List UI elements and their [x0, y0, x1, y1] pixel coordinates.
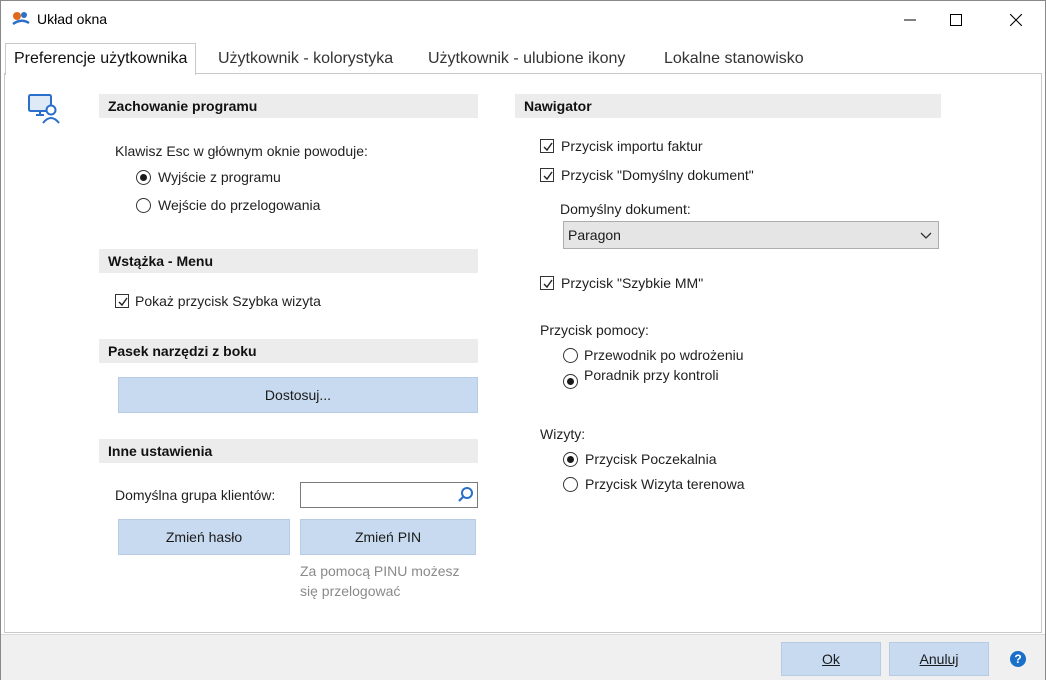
checkbox-quick-mm[interactable]	[540, 276, 554, 290]
radio-exit-program[interactable]	[136, 170, 151, 185]
radio-field-visit-label[interactable]: Przycisk Wizyta terenowa	[585, 476, 744, 492]
default-document-select[interactable]: Paragon	[563, 221, 939, 249]
window-title: Układ okna	[37, 11, 108, 27]
close-button[interactable]	[993, 1, 1039, 39]
default-document-label: Domyślny dokument:	[560, 201, 691, 217]
tab-user-preferences[interactable]: Preferencje użytkownika	[5, 43, 197, 75]
change-password-button[interactable]: Zmień hasło	[118, 519, 290, 555]
cancel-button-label: Anuluj	[919, 651, 959, 667]
checkbox-default-document[interactable]	[540, 168, 554, 182]
tab-user-colors[interactable]: Użytkownik - kolorystyka	[218, 45, 393, 74]
radio-implementation-guide[interactable]	[563, 348, 578, 363]
radio-inspection-guide[interactable]	[563, 374, 578, 389]
radio-field-visit[interactable]	[563, 477, 578, 492]
checkmark-icon	[543, 142, 553, 152]
dialog-window: Układ okna Preferencje użytkownika Użytk…	[0, 0, 1046, 680]
tab-user-favorite-icons[interactable]: Użytkownik - ulubione ikony	[428, 45, 625, 74]
radio-implementation-guide-label[interactable]: Przewodnik po wdrożeniu	[584, 347, 744, 363]
maximize-icon	[950, 14, 962, 26]
checkbox-quick-visit[interactable]	[115, 294, 129, 308]
app-logo-icon	[12, 12, 30, 26]
search-icon[interactable]	[457, 486, 475, 504]
ok-button-label: Ok	[822, 651, 840, 667]
chevron-down-icon	[920, 232, 932, 239]
pin-hint-line-1: Za pomocą PINU możesz	[300, 563, 460, 579]
checkbox-invoice-import[interactable]	[540, 139, 554, 153]
checkmark-icon	[543, 279, 553, 289]
radio-exit-program-label[interactable]: Wyjście z programu	[158, 169, 281, 185]
section-side-toolbar: Pasek narzędzi z boku	[99, 339, 478, 363]
checkbox-quick-visit-label[interactable]: Pokaż przycisk Szybka wizyta	[135, 293, 321, 309]
section-other-settings: Inne ustawienia	[99, 439, 478, 463]
title-bar: Układ okna	[1, 1, 1045, 39]
section-ribbon-menu: Wstążka - Menu	[99, 249, 478, 273]
checkbox-default-document-label[interactable]: Przycisk "Domyślny dokument"	[561, 167, 754, 183]
checkbox-invoice-import-label[interactable]: Przycisk importu faktur	[561, 138, 703, 154]
minimize-icon	[904, 19, 916, 21]
tab-strip: Preferencje użytkownika Użytkownik - kol…	[1, 41, 1045, 75]
help-button-label: Przycisk pomocy:	[540, 322, 649, 338]
client-group-input[interactable]	[300, 482, 478, 508]
radio-relogin[interactable]	[136, 198, 151, 213]
help-icon[interactable]: ?	[1010, 651, 1026, 667]
pin-hint-line-2: się przelogować	[300, 583, 401, 599]
ok-button[interactable]: Ok	[781, 642, 881, 676]
radio-waiting-room[interactable]	[563, 452, 578, 467]
tab-local-workstation[interactable]: Lokalne stanowisko	[664, 45, 804, 74]
minimize-button[interactable]	[887, 1, 933, 39]
checkbox-quick-mm-label[interactable]: Przycisk "Szybkie MM"	[561, 275, 703, 291]
customize-button[interactable]: Dostosuj...	[118, 377, 478, 413]
user-workstation-icon	[28, 94, 60, 124]
radio-relogin-label[interactable]: Wejście do przelogowania	[158, 197, 320, 213]
dialog-footer: Ok Anuluj ?	[1, 634, 1045, 680]
client-group-label: Domyślna grupa klientów:	[115, 487, 276, 503]
section-program-behavior: Zachowanie programu	[99, 94, 478, 118]
visits-label: Wizyty:	[540, 426, 586, 442]
default-document-value: Paragon	[568, 227, 621, 243]
radio-waiting-room-label[interactable]: Przycisk Poczekalnia	[585, 451, 717, 467]
close-icon	[1010, 14, 1022, 26]
esc-question-label: Klawisz Esc w głównym oknie powoduje:	[115, 143, 368, 159]
checkmark-icon	[118, 297, 128, 307]
radio-inspection-guide-label[interactable]: Poradnik przy kontroli	[584, 367, 719, 383]
cancel-button[interactable]: Anuluj	[889, 642, 989, 676]
checkmark-icon	[543, 171, 553, 181]
change-pin-button[interactable]: Zmień PIN	[300, 519, 476, 555]
maximize-button[interactable]	[933, 1, 979, 39]
section-navigator: Nawigator	[515, 94, 941, 118]
